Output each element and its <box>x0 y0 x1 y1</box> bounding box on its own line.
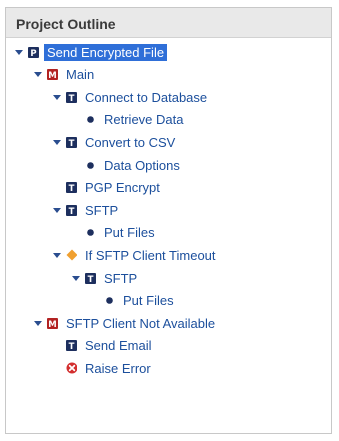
tree-node-label: Raise Error <box>85 360 151 376</box>
task-icon: T <box>66 136 77 148</box>
tree-node-label: SFTP <box>85 202 119 218</box>
toggle-spacer <box>71 110 81 130</box>
error-icon <box>66 362 77 374</box>
toggle-spacer <box>71 155 81 175</box>
tree-node-send-encrypted-file[interactable]: P Send Encrypted File <box>14 42 168 62</box>
svg-text:T: T <box>69 139 75 148</box>
condition-icon <box>66 249 77 261</box>
tree-node-sftp[interactable]: T SFTP <box>71 268 140 288</box>
project-outline-panel: Project Outline P Send Encrypted File M Mai… <box>5 7 332 434</box>
tree-node-sftp[interactable]: T SFTP <box>52 200 121 220</box>
task-icon: T <box>66 340 77 352</box>
tree-node-retrieve-data[interactable]: Retrieve Data <box>71 110 186 130</box>
project-icon: P <box>28 46 39 58</box>
expand-toggle-icon[interactable] <box>71 268 81 288</box>
tree-node-label: If SFTP Client Timeout <box>85 247 216 263</box>
expand-toggle-icon[interactable] <box>52 87 62 107</box>
tree-node-label: Retrieve Data <box>104 112 184 128</box>
tree-node-label: Data Options <box>104 157 180 173</box>
expand-toggle-icon[interactable] <box>33 65 43 85</box>
expand-toggle-icon[interactable] <box>52 132 62 152</box>
tree-node-connect-to-database[interactable]: T Connect to Database <box>52 87 210 107</box>
task-icon: T <box>85 272 96 284</box>
task-icon: T <box>66 91 77 103</box>
tree-node-label: PGP Encrypt <box>85 180 160 196</box>
svg-text:T: T <box>69 93 75 102</box>
toggle-spacer <box>52 336 62 356</box>
expand-toggle-icon[interactable] <box>52 200 62 220</box>
expand-toggle-icon[interactable] <box>33 313 43 333</box>
tree-node-label: Connect to Database <box>85 89 208 105</box>
bullet-icon <box>85 160 96 171</box>
expand-toggle-icon[interactable] <box>14 42 24 62</box>
toggle-spacer <box>52 178 62 198</box>
tree-node-label: SFTP Client Not Available <box>66 315 216 331</box>
tree-node-label: Main <box>66 67 95 83</box>
tree-node-send-email[interactable]: T Send Email <box>52 336 154 356</box>
task-icon: T <box>66 204 77 216</box>
toggle-spacer <box>52 358 62 378</box>
tree-node-put-files[interactable]: Put Files <box>90 291 177 311</box>
tree-node-raise-error[interactable]: Raise Error <box>52 358 154 378</box>
svg-text:T: T <box>69 184 75 193</box>
tree-node-label: Send Encrypted File <box>44 43 168 61</box>
tree-node-if-sftp-client-timeout[interactable]: If SFTP Client Timeout <box>52 245 219 265</box>
tree-node-label: SFTP <box>104 270 138 286</box>
tree-node-label: Convert to CSV <box>85 134 176 150</box>
svg-text:M: M <box>48 319 56 328</box>
svg-text:M: M <box>48 71 56 80</box>
svg-text:T: T <box>69 342 75 351</box>
svg-text:T: T <box>88 274 94 283</box>
tree-node-convert-to-csv[interactable]: T Convert to CSV <box>52 132 178 152</box>
expand-toggle-icon[interactable] <box>52 245 62 265</box>
toggle-spacer <box>71 223 81 243</box>
toggle-spacer <box>90 291 100 311</box>
tree-node-put-files[interactable]: Put Files <box>71 223 158 243</box>
svg-text:P: P <box>30 48 36 57</box>
tree-node-pgp-encrypt[interactable]: T PGP Encrypt <box>52 178 163 198</box>
bullet-icon <box>104 295 115 306</box>
panel-title: Project Outline <box>6 8 331 38</box>
tree-node-sftp-client-not-available[interactable]: M SFTP Client Not Available <box>33 313 218 333</box>
tree-node-label: Send Email <box>85 338 152 354</box>
svg-text:T: T <box>69 206 75 215</box>
tree-node-data-options[interactable]: Data Options <box>71 155 183 175</box>
tree-node-main[interactable]: M Main <box>33 65 97 85</box>
tree-node-label: Put Files <box>123 293 174 309</box>
module-icon: M <box>47 69 58 81</box>
tree-node-label: Put Files <box>104 225 155 241</box>
bullet-icon <box>85 227 96 238</box>
module-icon: M <box>47 317 58 329</box>
bullet-icon <box>85 114 96 125</box>
task-icon: T <box>66 182 77 194</box>
